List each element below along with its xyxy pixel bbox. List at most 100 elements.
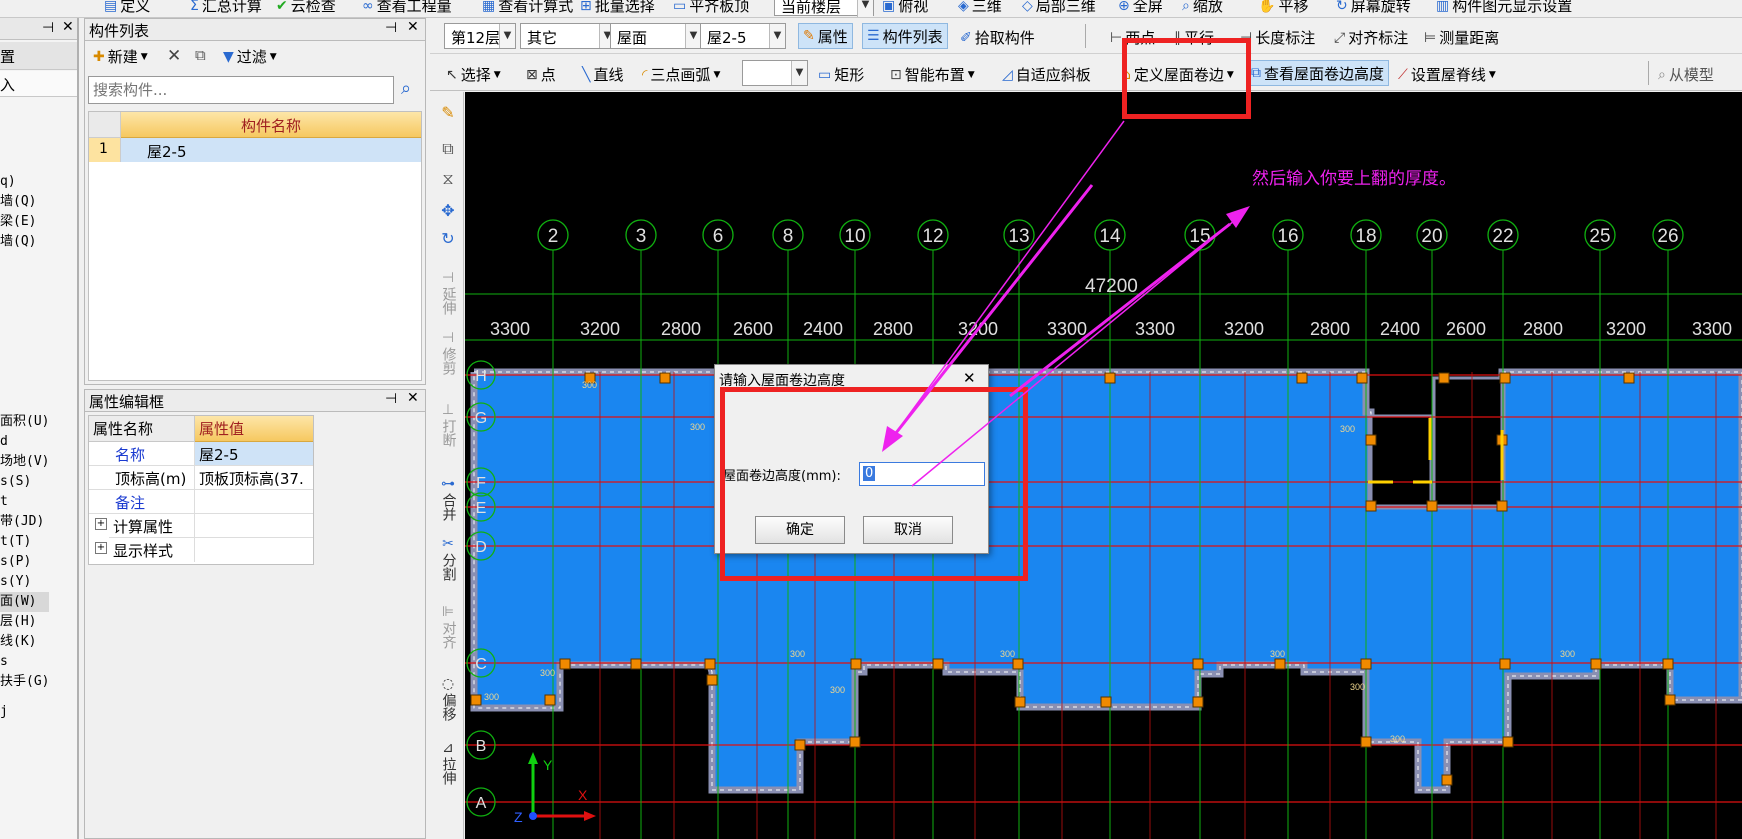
left-header-b[interactable]: 入	[0, 71, 77, 97]
smart-layout-button[interactable]: ⊡ 智能布置 ▼	[890, 64, 975, 85]
3d-button[interactable]: ◈ 三维	[958, 0, 1002, 16]
prop-group[interactable]: 显示样式	[109, 538, 195, 562]
copy-icon[interactable]: ⧉	[195, 46, 206, 64]
summary-calc-button[interactable]: Σ 汇总计算	[190, 0, 262, 16]
extend-tool[interactable]: ⊣ 延伸	[433, 270, 463, 315]
tree-item[interactable]: 墙(Q)	[0, 192, 49, 212]
tree-item[interactable]: 带(JD)	[0, 512, 49, 532]
mirror-icon[interactable]: ⧖	[433, 170, 463, 187]
zoom-button[interactable]: ⌕ 缩放	[1182, 0, 1223, 16]
point-button[interactable]: ⊠ 点	[526, 64, 556, 85]
view-roof-edge-height-button[interactable]: ⧉ 查看屋面卷边高度	[1246, 60, 1390, 86]
pick-member-button[interactable]: ✐ 拾取构件	[960, 27, 1035, 48]
close-icon[interactable]: ✕	[407, 390, 419, 406]
break-tool[interactable]: ⊥ 打断	[433, 402, 463, 447]
edge-height-label: 300	[582, 380, 597, 390]
tree-item[interactable]: q)	[0, 172, 49, 192]
tree-item[interactable]: d	[0, 432, 49, 452]
cad-drawing: 2 3 6 8 10 12 13 14 15 16 18 20 22 25 26 H G FE D C B A 3300 32…	[465, 219, 1742, 839]
category-select[interactable]: 其它 ▼	[520, 23, 616, 49]
prop-value[interactable]: 屋2-5	[195, 442, 313, 466]
tree-item[interactable]: t	[0, 492, 49, 512]
adaptive-slope-button[interactable]: ◿ 自适应斜板	[1002, 64, 1091, 85]
tree-item[interactable]: s(P)	[0, 552, 49, 572]
align-slab-button[interactable]: ▭ 平齐板顶	[673, 0, 749, 16]
tree-item[interactable]: t(T)	[0, 532, 49, 552]
fullscreen-button[interactable]: ⊕ 全屏	[1118, 0, 1163, 16]
brush-icon[interactable]: ✎	[433, 104, 463, 121]
check-icon: ✔	[276, 0, 288, 14]
tree-item[interactable]: 面积(U)	[0, 412, 49, 432]
floor-select[interactable]: 第12层 ▼	[444, 23, 516, 49]
tree-item[interactable]: 线(K)	[0, 632, 49, 652]
view-quantity-button[interactable]: ∞ 查看工程量	[362, 0, 452, 16]
current-floor-select[interactable]: 当前楼层 ▼	[774, 0, 874, 17]
search-icon[interactable]: ⌕	[401, 78, 411, 99]
member-search-input[interactable]	[89, 77, 393, 103]
close-icon[interactable]: ✕	[62, 19, 74, 35]
select-button[interactable]: ↖ 选择 ▼	[446, 64, 501, 85]
copy-tool-icon[interactable]: ⧉	[433, 140, 463, 157]
drawing-canvas[interactable]: 2 3 6 8 10 12 13 14 15 16 18 20 22 25 26 H G F E D C B A 3300 32…	[465, 92, 1742, 839]
tree-item[interactable]: 墙(Q)	[0, 232, 49, 252]
ucs-z-label: Z	[514, 809, 523, 825]
tree-item[interactable]: s(S)	[0, 472, 49, 492]
prop-value[interactable]	[195, 490, 313, 514]
split-tool[interactable]: ✂ 分割	[433, 536, 463, 581]
rotate-screen-button[interactable]: ↻ 屏幕旋转	[1336, 0, 1411, 16]
prop-group[interactable]: 计算属性	[109, 514, 195, 538]
delete-icon[interactable]: ✕	[167, 46, 181, 66]
trim-tool[interactable]: ⊣ 修剪	[433, 330, 463, 375]
measure-distance-button[interactable]: ⊨ 测量距离	[1424, 27, 1499, 48]
type-select[interactable]: 屋面 ▼	[610, 23, 702, 49]
formula-icon: ▦	[482, 0, 496, 14]
arc-button[interactable]: ◜ 三点画弧 ▼	[642, 64, 720, 85]
expand-icon[interactable]: +	[95, 542, 107, 554]
tree-item[interactable]: s	[0, 652, 49, 672]
properties-toggle[interactable]: ✎ 属性	[798, 23, 853, 49]
length-dim-button[interactable]: ⊣ 长度标注	[1240, 27, 1315, 48]
cloud-check-button[interactable]: ✔ 云检查	[276, 0, 336, 16]
from-model-button[interactable]: ⌕ 从模型	[1658, 64, 1714, 85]
tree-item-selected[interactable]: 面(W)	[0, 592, 50, 612]
tree-item[interactable]: j	[0, 702, 49, 722]
tree-item[interactable]: 层(H)	[0, 612, 49, 632]
member-select[interactable]: 屋2-5 ▼	[700, 23, 786, 49]
pin-icon[interactable]: ⊣	[42, 20, 54, 36]
filter-button[interactable]: ▼ 过滤 ▼	[223, 46, 277, 67]
close-icon[interactable]: ✕	[963, 369, 976, 387]
stretch-tool[interactable]: ⊿ 拉伸	[433, 740, 463, 785]
rect-button[interactable]: ▭ 矩形	[818, 64, 864, 85]
tree-item[interactable]: 扶手(G)	[0, 672, 49, 692]
merge-tool[interactable]: ⊶ 合并	[433, 476, 463, 521]
batch-select-button[interactable]: ⊞ 批量选择	[580, 0, 655, 16]
left-header-a[interactable]: 置	[0, 42, 77, 70]
align-dim-button[interactable]: ⤢ 对齐标注	[1334, 27, 1408, 48]
member-list-toggle[interactable]: ☰ 构件列表	[862, 23, 948, 49]
prop-value[interactable]: 顶板顶标高(37.	[195, 466, 313, 490]
pan-button[interactable]: ✋ 平移	[1258, 0, 1308, 16]
line-button[interactable]: ╲ 直线	[582, 64, 623, 85]
set-ridge-button[interactable]: ⟋ 设置屋脊线 ▼	[1398, 64, 1496, 85]
table-row[interactable]: 屋2-5	[121, 138, 421, 162]
display-settings-button[interactable]: ▥ 构件图元显示设置	[1436, 0, 1572, 16]
col-header-member-name[interactable]: 构件名称	[121, 112, 421, 138]
move-icon[interactable]: ✥	[433, 202, 463, 219]
tree-item[interactable]: 场地(V)	[0, 452, 49, 472]
pick-icon: ✐	[960, 29, 972, 46]
local-3d-button[interactable]: ◇ 局部三维	[1022, 0, 1096, 16]
pin-icon[interactable]: ⊣	[385, 20, 397, 36]
top-view-button[interactable]: ▣ 俯视	[882, 0, 928, 16]
align-tool[interactable]: ⊫ 对齐	[433, 604, 463, 649]
close-icon[interactable]: ✕	[407, 19, 419, 35]
new-member-button[interactable]: ✚ 新建 ▼	[93, 46, 148, 67]
view-formula-button[interactable]: ▦ 查看计算式	[482, 0, 573, 16]
define-button[interactable]: ▤ 定义	[104, 0, 150, 16]
tree-item[interactable]: 梁(E)	[0, 212, 49, 232]
expand-icon[interactable]: +	[95, 518, 107, 530]
tree-item[interactable]: s(Y)	[0, 572, 49, 592]
rotate-icon[interactable]: ↻	[433, 230, 463, 247]
offset-tool[interactable]: ◌ 偏移	[433, 676, 463, 721]
arc-mode-select[interactable]: ▼	[742, 60, 808, 86]
pin-icon[interactable]: ⊣	[385, 391, 397, 407]
